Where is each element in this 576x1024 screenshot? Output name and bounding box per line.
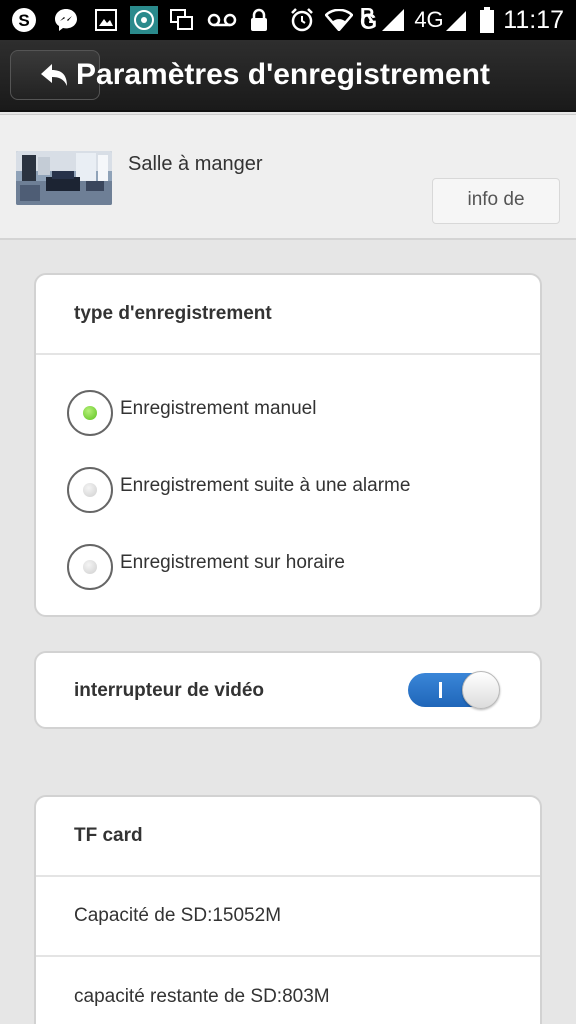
video-switch-toggle[interactable] [408, 671, 500, 709]
recording-type-card: type d'enregistrement Enregistrement man… [34, 273, 542, 617]
page-title: Paramètres d'enregistrement [76, 58, 490, 91]
tf-card-header: TF card [36, 797, 540, 877]
back-arrow-icon [41, 64, 67, 86]
multiwindow-icon [168, 7, 196, 33]
radio-label: Enregistrement manuel [120, 398, 317, 419]
radio-unselected-dot [83, 483, 97, 497]
lock-icon [248, 7, 270, 33]
tf-card-card: TF card Capacité de SD:15052M capacité r… [34, 795, 542, 1024]
camera-thumbnail [16, 151, 112, 205]
radio-selected-dot [83, 406, 97, 420]
sd-remaining-capacity: capacité restante de SD:803M [74, 986, 330, 1007]
device-info-button[interactable]: info de [432, 178, 560, 224]
radio-option-manual[interactable]: Enregistrement manuel [36, 373, 540, 450]
clock: 11:17 [503, 6, 564, 34]
device-row: Salle à manger info de [0, 114, 576, 240]
radio-button[interactable] [67, 467, 113, 513]
skype-icon: S [10, 7, 38, 33]
battery-icon [478, 7, 496, 33]
alarm-icon [288, 7, 316, 33]
image-icon [94, 7, 118, 33]
signal-4g-icon: 4G [412, 7, 468, 33]
recording-type-header: type d'enregistrement [36, 275, 540, 355]
device-name: Salle à manger [128, 153, 263, 175]
toggle-knob[interactable] [462, 671, 500, 709]
device-info-label: info de [467, 189, 525, 210]
radio-label: Enregistrement sur horaire [120, 552, 345, 573]
svg-text:S: S [18, 11, 29, 30]
video-switch-card: interrupteur de vidéo [34, 651, 542, 729]
radio-option-alarm[interactable]: Enregistrement suite à une alarme [36, 450, 540, 527]
svg-text:G: G [360, 9, 377, 33]
radio-button[interactable] [67, 390, 113, 436]
sd-capacity: Capacité de SD:15052M [36, 877, 540, 957]
messenger-icon [52, 7, 80, 33]
radio-option-schedule[interactable]: Enregistrement sur horaire [36, 527, 540, 604]
signal-icon: R G [360, 5, 406, 33]
radio-label: Enregistrement suite à une alarme [120, 475, 411, 496]
app-bar: Paramètres d'enregistrement [0, 40, 576, 112]
status-bar: S R G 4G 11:17 [0, 0, 576, 40]
radio-button[interactable] [67, 544, 113, 590]
voicemail-icon [206, 7, 238, 33]
wifi-icon [324, 7, 354, 33]
app-icon [130, 6, 158, 34]
radio-unselected-dot [83, 560, 97, 574]
toggle-on-mark [439, 682, 442, 698]
